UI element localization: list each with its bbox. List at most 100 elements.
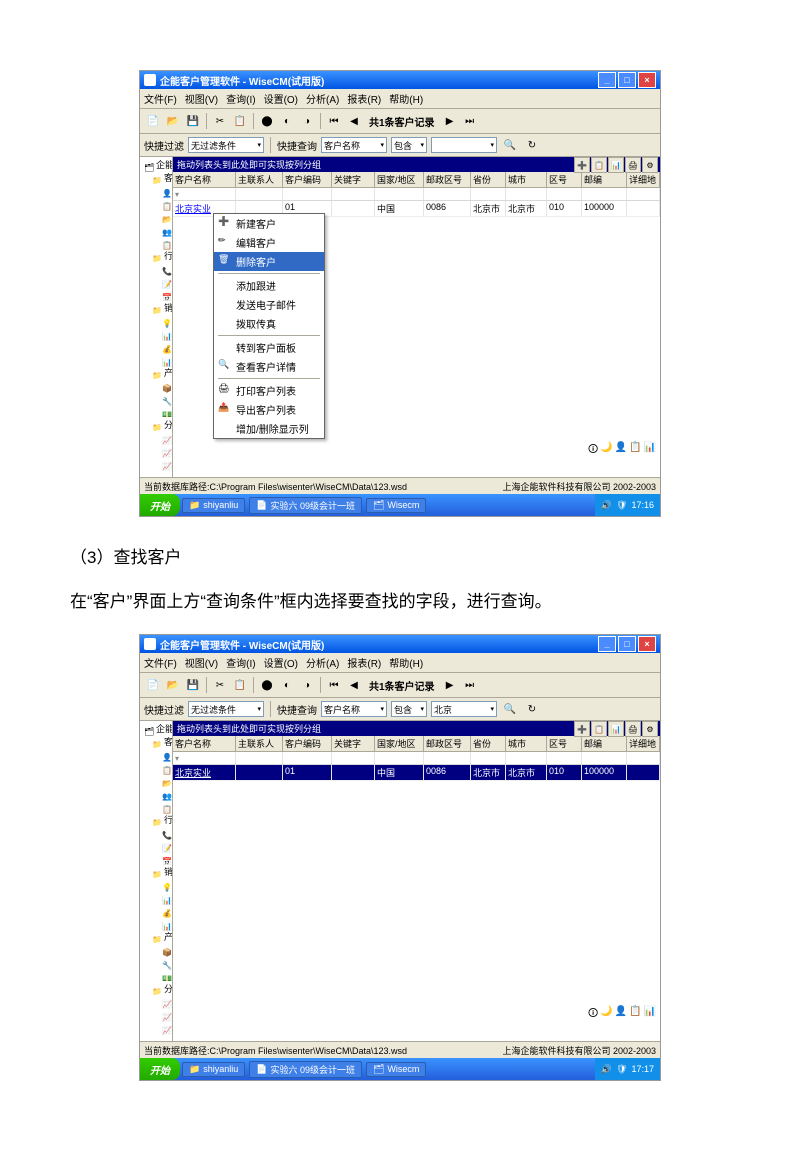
- minimize-button[interactable]: _: [598, 72, 616, 88]
- filter-cell[interactable]: ▾: [173, 752, 236, 764]
- grid-tool-icon[interactable]: 📋: [591, 157, 607, 173]
- tool-save-icon[interactable]: 💾: [184, 112, 202, 130]
- tree-node[interactable]: 📁客户管理: [142, 736, 170, 749]
- tree-node[interactable]: 📈销售主旨分析: [142, 432, 170, 445]
- tool-circle3-icon[interactable]: ◑: [298, 676, 316, 694]
- query-field-combo[interactable]: 客户名称: [321, 137, 387, 153]
- col-header[interactable]: 关键字: [332, 172, 375, 187]
- menu-file[interactable]: 文件(F): [144, 91, 177, 106]
- menu-help[interactable]: 帮助(H): [389, 655, 423, 670]
- tool-new-icon[interactable]: 📄: [144, 676, 162, 694]
- col-header[interactable]: 客户名称: [173, 172, 236, 187]
- col-header[interactable]: 邮编: [582, 736, 627, 751]
- menu-file[interactable]: 文件(F): [144, 655, 177, 670]
- col-header[interactable]: 主联系人: [236, 736, 283, 751]
- grid-tool-icon[interactable]: 📊: [608, 721, 624, 737]
- close-button[interactable]: ×: [638, 636, 656, 652]
- menu-report[interactable]: 报表(R): [347, 91, 381, 106]
- grid-tool-icon[interactable]: 🖨: [625, 721, 641, 737]
- tray-icon[interactable]: 🛡: [616, 1064, 627, 1075]
- context-menu-item[interactable]: 发送电子邮件: [214, 295, 324, 314]
- tree-node[interactable]: 📋联系人列表: [142, 801, 170, 814]
- tree-node[interactable]: 🔧服务反馈: [142, 393, 170, 406]
- tree-node[interactable]: 📈销售构成分析: [142, 1022, 170, 1035]
- task-item[interactable]: 📄实验六 09级会计一班: [249, 1061, 362, 1078]
- col-header[interactable]: 国家/地区: [375, 172, 424, 187]
- tree-node[interactable]: 👥联系人: [142, 788, 170, 801]
- refresh-icon[interactable]: ↻: [523, 136, 541, 154]
- col-header[interactable]: 详细地: [627, 172, 660, 187]
- context-menu-item[interactable]: 拨取传真: [214, 314, 324, 333]
- context-menu-item[interactable]: 🔍查看客户详情: [214, 357, 324, 376]
- context-menu-item[interactable]: 转到客户面板: [214, 338, 324, 357]
- tray-icon[interactable]: 🔊: [601, 1064, 612, 1075]
- tree-node[interactable]: 🗂企能客户管理软件: [142, 723, 170, 736]
- tool-circle2-icon[interactable]: ◐: [278, 112, 296, 130]
- menu-analysis[interactable]: 分析(A): [306, 655, 339, 670]
- tool-circle1-icon[interactable]: ⬤: [258, 676, 276, 694]
- grid-tool-icon[interactable]: ➕: [574, 157, 590, 173]
- menu-query[interactable]: 查询(I): [226, 91, 255, 106]
- tree-node[interactable]: 📁行动管理: [142, 250, 170, 263]
- col-header[interactable]: 省份: [471, 736, 506, 751]
- close-button[interactable]: ×: [638, 72, 656, 88]
- grid-tool-icon[interactable]: ⚙: [642, 721, 658, 737]
- search-icon[interactable]: 🔍: [501, 136, 519, 154]
- tool-icon[interactable]: 📊: [644, 1006, 656, 1023]
- tool-save-icon[interactable]: 💾: [184, 676, 202, 694]
- tree-node[interactable]: 👤客户: [142, 749, 170, 762]
- start-button[interactable]: 开始: [140, 1058, 180, 1080]
- context-menu-item[interactable]: 增加/删除显示列: [214, 419, 324, 438]
- tree-node[interactable]: 💵费用: [142, 970, 170, 983]
- tree-node[interactable]: 📦产品: [142, 380, 170, 393]
- tree-node[interactable]: 📞联系活动: [142, 827, 170, 840]
- menu-view[interactable]: 视图(V): [185, 91, 218, 106]
- col-header[interactable]: 国家/地区: [375, 736, 424, 751]
- tree-node[interactable]: 📈销售主旨分析: [142, 996, 170, 1009]
- nav-tree[interactable]: 🗂企能客户管理软件📁客户管理👤客户📋客户列表📂分组👥联系人📋联系人列表📁行动管理…: [140, 721, 173, 1041]
- tree-node[interactable]: 🔧服务反馈: [142, 957, 170, 970]
- menu-analysis[interactable]: 分析(A): [306, 91, 339, 106]
- nav-next-icon[interactable]: ▶: [441, 676, 459, 694]
- tool-icon[interactable]: 👤: [615, 442, 627, 459]
- tree-node[interactable]: 📂分组: [142, 211, 170, 224]
- maximize-button[interactable]: □: [618, 636, 636, 652]
- nav-last-icon[interactable]: ⏭: [461, 112, 479, 130]
- nav-tree[interactable]: 🗂企能客户管理软件📁客户管理👤客户📋客户列表📂分组👥联系人📋联系人列表📁行动管理…: [140, 157, 173, 477]
- col-header[interactable]: 邮政区号: [424, 172, 471, 187]
- tree-node[interactable]: 📊销售明细: [142, 918, 170, 931]
- col-header[interactable]: 关键字: [332, 736, 375, 751]
- tree-node[interactable]: 📁分析: [142, 419, 170, 432]
- tool-new-icon[interactable]: 📄: [144, 112, 162, 130]
- tree-node[interactable]: 📁销售管理: [142, 302, 170, 315]
- tool-circle3-icon[interactable]: ◑: [298, 112, 316, 130]
- query-field-combo[interactable]: 客户名称: [321, 701, 387, 717]
- col-header[interactable]: 省份: [471, 172, 506, 187]
- filter-combo[interactable]: 无过滤条件: [188, 701, 264, 717]
- grid-tool-icon[interactable]: ⚙: [642, 157, 658, 173]
- col-header[interactable]: 客户编码: [283, 736, 332, 751]
- context-menu-item[interactable]: 🗑删除客户: [214, 252, 324, 271]
- nav-last-icon[interactable]: ⏭: [461, 676, 479, 694]
- col-header[interactable]: 详细地: [627, 736, 660, 751]
- grid-tool-icon[interactable]: 🖨: [625, 157, 641, 173]
- nav-prev-icon[interactable]: ◀: [345, 112, 363, 130]
- grid-tool-icon[interactable]: ➕: [574, 721, 590, 737]
- tool-copy-icon[interactable]: 📋: [231, 112, 249, 130]
- tree-node[interactable]: 📅日历: [142, 289, 170, 302]
- maximize-button[interactable]: □: [618, 72, 636, 88]
- tool-icon[interactable]: 📋: [629, 442, 641, 459]
- menu-query[interactable]: 查询(I): [226, 655, 255, 670]
- task-item[interactable]: 📁shiyanliu: [182, 1062, 245, 1077]
- customer-link[interactable]: 北京实业: [175, 204, 211, 214]
- tool-icon[interactable]: 🛈: [588, 1006, 598, 1023]
- tree-node[interactable]: 💡机会: [142, 879, 170, 892]
- tool-circle2-icon[interactable]: ◐: [278, 676, 296, 694]
- task-item[interactable]: 🗂Wisecm: [366, 498, 426, 513]
- tree-node[interactable]: 💰销售: [142, 905, 170, 918]
- tree-node[interactable]: 📋客户列表: [142, 762, 170, 775]
- tree-node[interactable]: 📈销售漏斗模型分析: [142, 1009, 170, 1022]
- tree-node[interactable]: 📝历史记录: [142, 276, 170, 289]
- tool-cut-icon[interactable]: ✂: [211, 112, 229, 130]
- tree-node[interactable]: 📈销售构成分析: [142, 458, 170, 471]
